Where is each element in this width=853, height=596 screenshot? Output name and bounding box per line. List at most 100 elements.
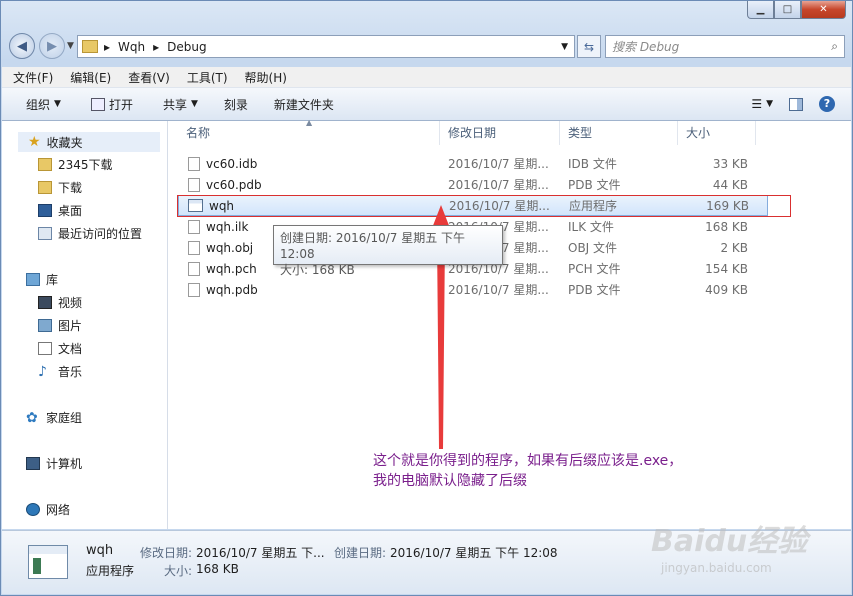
picture-icon [38, 319, 52, 332]
address-row: ◀ ▶ ▼ ▸ Wqh ▸ Debug ▼ ⇆ 搜索 Debug ⌕ [9, 33, 849, 61]
network-icon [26, 503, 40, 516]
nav-libraries-label: 库 [46, 273, 59, 287]
details-modified-label: 修改日期: [140, 546, 193, 560]
menu-tools[interactable]: 工具(T) [181, 69, 234, 86]
nav-item-downloads[interactable]: 下载 [38, 179, 82, 196]
view-list-icon: ☰ [751, 97, 763, 111]
nav-item-pictures[interactable]: 图片 [38, 317, 82, 334]
burn-button[interactable]: 刻录 [216, 91, 256, 117]
menu-edit[interactable]: 编辑(E) [64, 69, 117, 86]
column-date-modified[interactable]: 修改日期 [440, 121, 560, 145]
file-name: vc60.pdb [206, 177, 262, 192]
nav-libraries[interactable]: 库 [26, 271, 58, 288]
nav-network-label: 网络 [46, 503, 71, 517]
refresh-button[interactable]: ⇆ [577, 35, 601, 58]
file-type: PDB 文件 [568, 178, 621, 192]
chevron-down-icon: ▼ [766, 99, 773, 109]
forward-button[interactable]: ▶ [39, 33, 65, 59]
help-button[interactable]: ? [811, 91, 843, 117]
preview-pane-icon [789, 97, 803, 111]
annotation-text: 这个就是你得到的程序，如果有后缀应该是.exe， 我的电脑默认隐藏了后缀 [373, 451, 682, 491]
folder-icon [38, 158, 52, 171]
nav-item-label: 文档 [58, 342, 83, 356]
breadcrumb-separator-icon[interactable]: ▸ [104, 40, 110, 54]
close-button[interactable]: ✕ [801, 1, 846, 19]
nav-item-videos[interactable]: 视频 [38, 294, 82, 311]
annotation-line-2: 我的电脑默认隐藏了后缀 [373, 473, 527, 489]
column-name[interactable]: 名称 [178, 121, 440, 145]
view-options-button[interactable]: ☰ ▼ [743, 91, 781, 117]
menu-bar: 文件(F) 编辑(E) 查看(V) 工具(T) 帮助(H) [2, 67, 851, 88]
new-folder-label: 新建文件夹 [273, 97, 334, 112]
nav-item-2345-downloads[interactable]: 2345下载 [38, 156, 113, 173]
file-size: 33 KB [712, 156, 748, 171]
column-size[interactable]: 大小 [678, 121, 756, 145]
details-file-type: 应用程序 [86, 564, 135, 578]
computer-icon [26, 457, 40, 470]
file-type: OBJ 文件 [568, 241, 618, 255]
file-name: wqh.obj [206, 240, 254, 255]
menu-file[interactable]: 文件(F) [7, 69, 59, 86]
chevron-down-icon: ▼ [190, 99, 198, 109]
open-icon [90, 97, 105, 111]
nav-item-music[interactable]: ♪ 音乐 [38, 363, 82, 380]
maximize-button[interactable]: □ [774, 1, 801, 19]
column-type[interactable]: 类型 [560, 121, 678, 145]
recent-pages-chevron-icon[interactable]: ▼ [67, 41, 74, 51]
file-row[interactable]: wqh.pdb 2016/10/7 星期... PDB 文件 409 KB [178, 279, 768, 300]
nav-network[interactable]: 网络 [26, 501, 70, 518]
explorer-window: ▁ □ ✕ ◀ ▶ ▼ ▸ Wqh ▸ Debug ▼ ⇆ 搜索 Debug ⌕… [0, 0, 853, 596]
folder-icon [82, 40, 98, 53]
file-row[interactable]: vc60.pdb 2016/10/7 星期... PDB 文件 44 KB [178, 174, 768, 195]
help-icon: ? [819, 96, 835, 112]
breadcrumb-separator-icon[interactable]: ▸ [153, 40, 159, 54]
recent-places-icon [38, 227, 52, 240]
video-icon [38, 296, 52, 309]
menu-help[interactable]: 帮助(H) [239, 69, 293, 86]
command-bar: 组织 ▼ 打开 共享 ▼ 刻录 新建文件夹 ☰ ▼ ? [2, 88, 851, 121]
minimize-button[interactable]: ▁ [747, 1, 774, 19]
file-row[interactable]: vc60.idb 2016/10/7 星期... IDB 文件 33 KB [178, 153, 768, 174]
nav-item-label: 音乐 [58, 365, 83, 379]
file-size: 44 KB [712, 177, 748, 192]
caption-buttons: ▁ □ ✕ [747, 1, 846, 19]
file-tooltip: 创建日期: 2016/10/7 星期五 下午 12:08 大小: 168 KB [273, 225, 503, 277]
file-icon [188, 240, 200, 255]
nav-item-documents[interactable]: 文档 [38, 340, 82, 357]
nav-item-label: 视频 [58, 296, 83, 310]
menu-view[interactable]: 查看(V) [122, 69, 176, 86]
address-bar[interactable]: ▸ Wqh ▸ Debug ▼ [77, 35, 575, 58]
file-icon [188, 177, 200, 192]
details-created-value: 2016/10/7 星期五 下午 12:08 [390, 546, 558, 560]
tooltip-size: 大小: 168 KB [280, 263, 355, 277]
organize-label: 组织 [26, 97, 51, 112]
file-size: 409 KB [705, 282, 748, 297]
share-button[interactable]: 共享 ▼ [155, 91, 206, 117]
watermark-url: jingyan.baidu.com [661, 561, 772, 575]
file-icon [188, 282, 200, 297]
file-name: wqh.pch [206, 261, 257, 276]
search-input[interactable]: 搜索 Debug ⌕ [605, 35, 845, 58]
nav-item-desktop[interactable]: 桌面 [38, 202, 82, 219]
preview-pane-button[interactable] [781, 91, 811, 117]
search-icon: ⌕ [831, 39, 838, 53]
nav-homegroup[interactable]: ✿ 家庭组 [26, 409, 82, 426]
music-icon: ♪ [38, 363, 47, 380]
open-button[interactable]: 打开 [83, 91, 141, 117]
address-dropdown-icon[interactable]: ▼ [561, 42, 568, 52]
organize-button[interactable]: 组织 ▼ [18, 91, 69, 117]
nav-item-recent-places[interactable]: 最近访问的位置 [38, 225, 142, 242]
nav-computer[interactable]: 计算机 [26, 455, 82, 472]
breadcrumb-debug[interactable]: Debug [167, 40, 206, 54]
file-size: 168 KB [705, 219, 748, 234]
file-type: PCH 文件 [568, 262, 621, 276]
nav-favorites[interactable]: ★ 收藏夹 [18, 132, 160, 152]
back-button[interactable]: ◀ [9, 33, 35, 59]
share-label: 共享 [162, 97, 187, 112]
nav-item-label: 桌面 [58, 204, 83, 218]
new-folder-button[interactable]: 新建文件夹 [266, 91, 342, 117]
file-date: 2016/10/7 星期... [448, 157, 549, 171]
breadcrumb-wqh[interactable]: Wqh [118, 40, 145, 54]
file-size: 154 KB [705, 261, 748, 276]
details-size-value: 168 KB [196, 562, 239, 576]
